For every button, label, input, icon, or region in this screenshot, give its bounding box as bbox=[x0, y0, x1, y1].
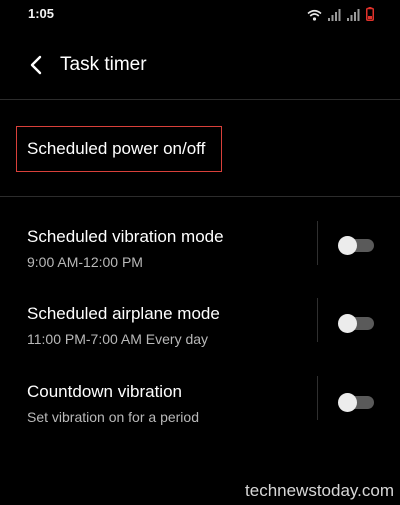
setting-row-airplane-mode[interactable]: Scheduled airplane mode 11:00 PM-7:00 AM… bbox=[0, 298, 400, 374]
setting-title: Scheduled airplane mode bbox=[27, 304, 220, 323]
row-separator bbox=[317, 298, 318, 342]
scheduled-power-row[interactable]: Scheduled power on/off bbox=[16, 126, 222, 172]
setting-subtitle: 9:00 AM-12:00 PM bbox=[27, 254, 143, 270]
row-separator bbox=[317, 376, 318, 420]
header-divider bbox=[0, 99, 400, 100]
setting-title: Countdown vibration bbox=[27, 382, 182, 401]
section-divider bbox=[0, 196, 400, 197]
setting-subtitle: 11:00 PM-7:00 AM Every day bbox=[27, 331, 209, 347]
setting-row-vibration-mode[interactable]: Scheduled vibration mode 9:00 AM-12:00 P… bbox=[0, 221, 400, 297]
toggle-knob bbox=[338, 236, 357, 255]
signal-icon bbox=[347, 9, 360, 21]
status-bar: 1:05 bbox=[0, 0, 400, 30]
vibration-mode-toggle[interactable] bbox=[338, 236, 374, 255]
setting-row-countdown-vibration[interactable]: Countdown vibration Set vibration on for… bbox=[0, 376, 400, 452]
status-icons bbox=[307, 7, 374, 21]
page-title: Task timer bbox=[60, 54, 147, 75]
airplane-mode-toggle[interactable] bbox=[338, 314, 374, 333]
toggle-knob bbox=[338, 314, 357, 333]
header: Task timer bbox=[0, 40, 400, 92]
setting-subtitle: Set vibration on for a period bbox=[27, 409, 199, 425]
row-separator bbox=[317, 221, 318, 265]
battery-low-icon bbox=[366, 7, 374, 21]
wifi-icon bbox=[307, 9, 322, 21]
signal-icon bbox=[328, 9, 341, 21]
countdown-vibration-toggle[interactable] bbox=[338, 393, 374, 412]
toggle-knob bbox=[338, 393, 357, 412]
status-time: 1:05 bbox=[28, 6, 55, 21]
watermark: technewstoday.com bbox=[245, 481, 394, 500]
chevron-left-icon[interactable] bbox=[26, 53, 46, 77]
scheduled-power-label: Scheduled power on/off bbox=[27, 139, 206, 158]
setting-title: Scheduled vibration mode bbox=[27, 227, 224, 246]
